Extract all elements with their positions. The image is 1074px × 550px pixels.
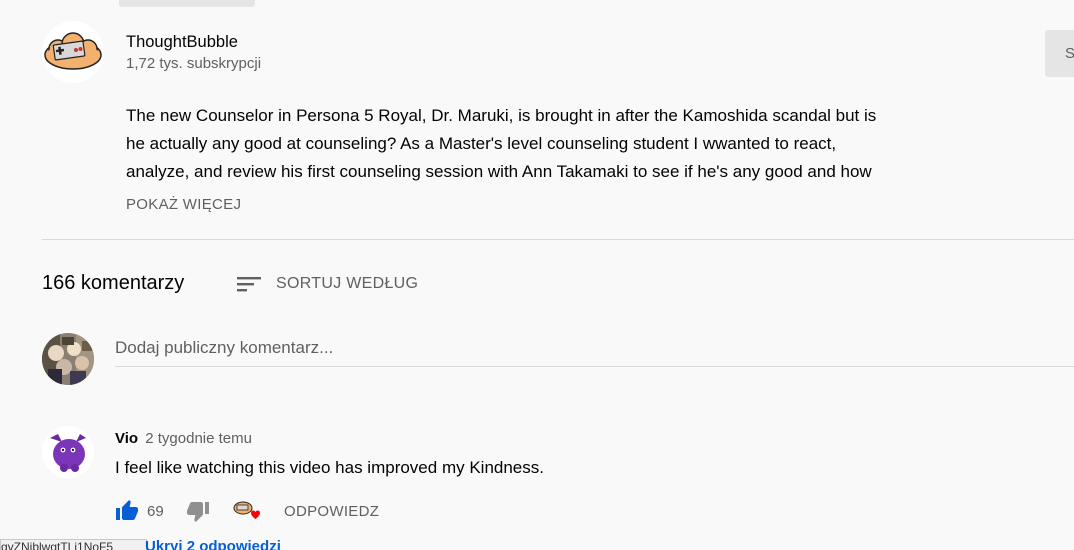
like-count: 69	[147, 502, 164, 520]
add-comment-input[interactable]: Dodaj publiczny komentarz...	[115, 334, 1074, 367]
user-avatar[interactable]	[42, 333, 94, 385]
comment-placeholder: Dodaj publiczny komentarz...	[115, 338, 334, 357]
comment-text: I feel like watching this video has impr…	[115, 458, 544, 477]
commenter-avatar[interactable]	[42, 426, 94, 478]
description-line: The new Counselor in Persona 5 Royal, Dr…	[126, 106, 877, 125]
purple-creature-avatar	[42, 426, 94, 478]
comment-timestamp[interactable]: 2 tygodnie temu	[145, 430, 252, 447]
subscribe-button[interactable]: S	[1045, 30, 1074, 77]
sort-comments-button[interactable]: SORTUJ WEDŁUG	[236, 272, 418, 296]
show-more-button[interactable]: POKAŻ WIĘCEJ	[126, 196, 241, 213]
nes-controller-cloud-logo	[44, 32, 102, 70]
youtube-watch-page: ThoughtBubble 1,72 tys. subskrypcji S Th…	[0, 0, 1074, 550]
video-description: The new Counselor in Persona 5 Royal, Dr…	[126, 102, 926, 186]
thumbs-up-icon[interactable]	[115, 499, 139, 523]
top-bar-fragment	[119, 0, 255, 7]
section-divider	[42, 239, 1074, 240]
sort-icon	[237, 277, 261, 292]
comment-header: Vio 2 tygodnie temu	[115, 430, 252, 447]
creator-heart-icon	[233, 501, 260, 519]
channel-avatar[interactable]	[42, 21, 104, 83]
hide-replies-button[interactable]: Ukryj 2 odpowiedzi	[145, 538, 281, 550]
comment-author[interactable]: Vio	[115, 430, 138, 447]
comments-count: 166 komentarzy	[42, 272, 185, 294]
comment-actions: 69 ODPOWIEDZ	[115, 498, 379, 524]
subscriber-count: 1,72 tys. subskrypcji	[126, 55, 262, 72]
creator-heart-badge	[232, 497, 262, 525]
channel-name[interactable]: ThoughtBubble	[126, 33, 238, 52]
thumbs-down-icon[interactable]	[186, 499, 210, 523]
description-line: analyze, and review his first counseling…	[126, 162, 872, 181]
sort-label: SORTUJ WEDŁUG	[276, 275, 419, 292]
user-avatar-image	[42, 333, 94, 385]
description-line: he actually any good at counseling? As a…	[126, 134, 837, 153]
status-bar-url: gyZNjblwgtTLi1NoF5	[0, 539, 147, 550]
reply-button[interactable]: ODPOWIEDZ	[284, 503, 379, 520]
